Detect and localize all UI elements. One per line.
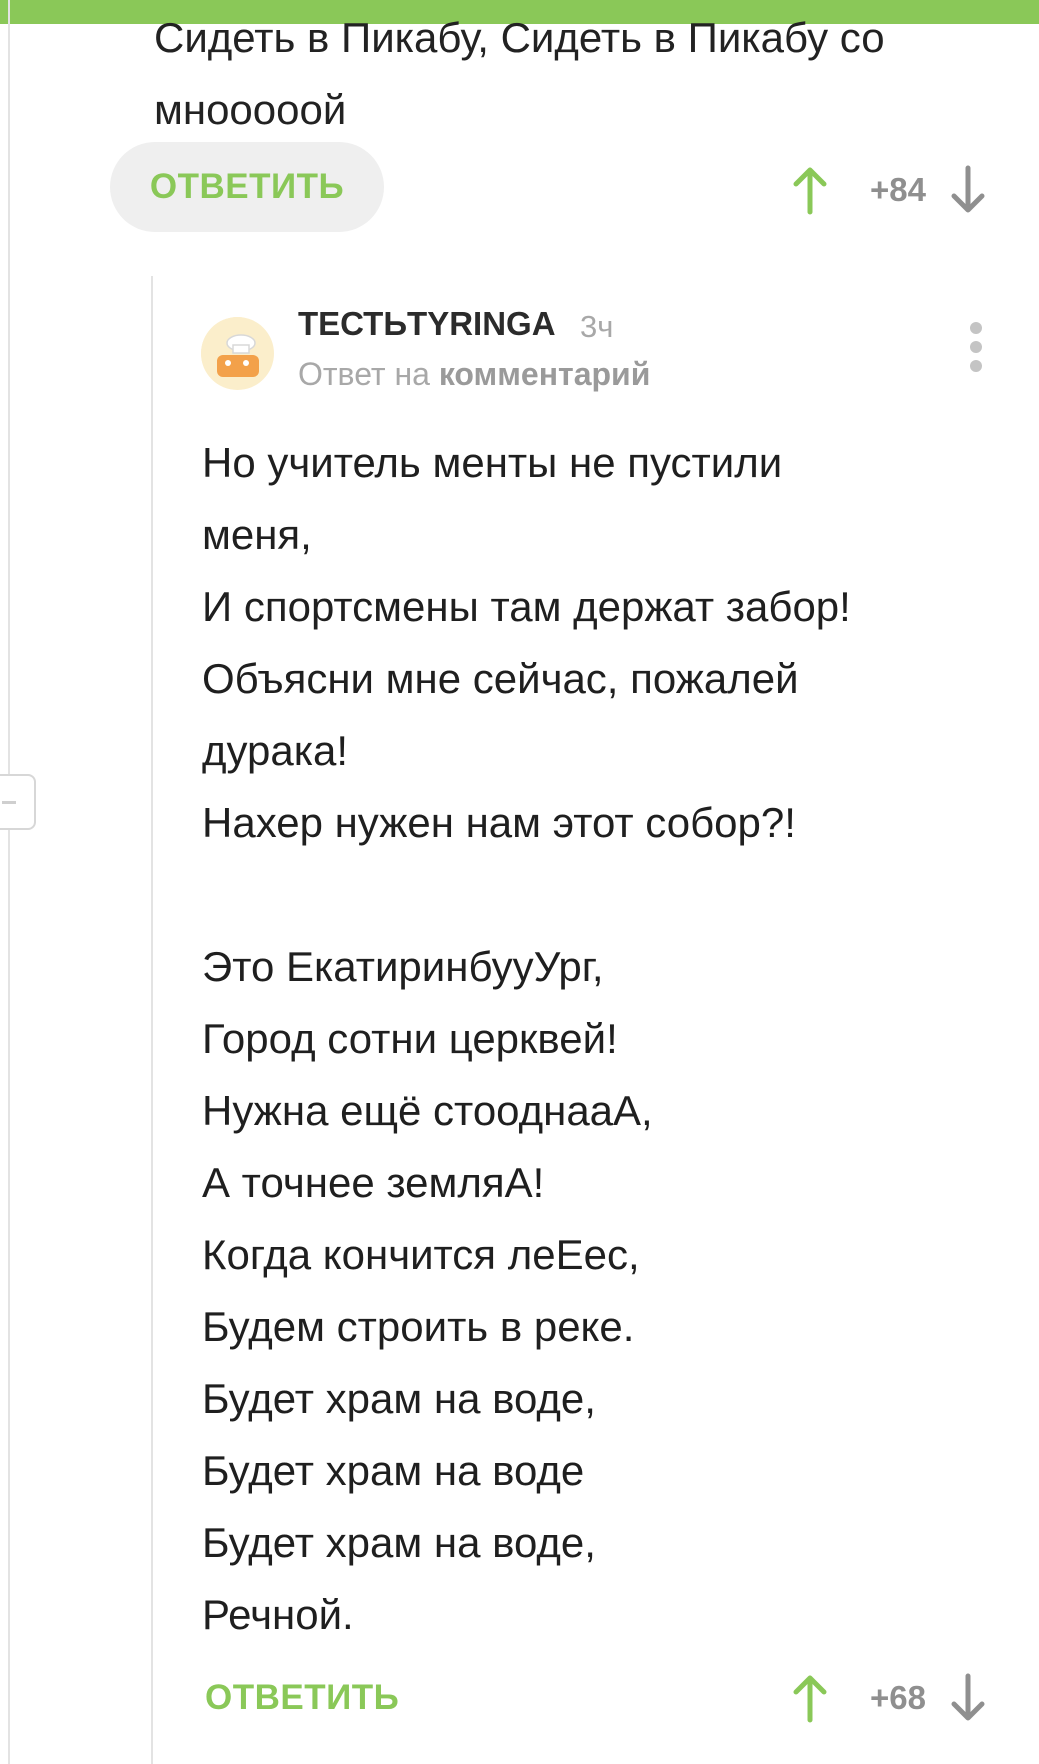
upvote-arrow-icon[interactable] [790,1672,830,1724]
comment-time: 3ч [580,309,614,344]
comment-line: Будет храм на воде [202,1447,585,1494]
comment-author[interactable]: ТЕСТЬTYRINGA [298,305,556,343]
parent-comment-text: Сидеть в Пикабу, Сидеть в Пикабу со мноо… [154,2,1014,146]
user-avatar[interactable] [201,317,274,390]
comment-text: Но учитель менты не пустили меня, И спор… [202,427,1002,1651]
comment-line: Когда кончится леЕес, [202,1231,640,1278]
comment-line: Речной. [202,1591,354,1638]
reply-to-link[interactable]: комментарий [439,356,651,392]
comment-line: Будет храм на воде, [202,1375,596,1422]
comment-line: меня, [202,511,312,558]
comment-line [202,859,1002,931]
comment-line: И спортсмены там держат забор! [202,583,851,630]
comment-line: Но учитель менты не пустили [202,439,783,486]
more-options-icon[interactable] [959,322,993,378]
downvote-arrow-icon[interactable] [948,164,988,216]
comment-line: Это ЕкатиринбууУрг, [202,943,604,990]
upvote-arrow-icon[interactable] [790,164,830,216]
reply-to-info: Ответ на комментарий [298,356,650,393]
reply-to-prefix: Ответ на [298,356,430,392]
comment-vote-block: +68 [790,1670,988,1726]
comment-line: дурака! [202,727,349,774]
comment-line: Нужна ещё стооднааА, [202,1087,653,1134]
comment-line: Объясни мне сейчас, пожалей [202,655,799,702]
comment-line: Город сотни церквей! [202,1015,618,1062]
comment-line: Будем строить в реке. [202,1303,635,1350]
comment-score: +84 [870,171,926,208]
comment-score: +68 [870,1679,926,1716]
parent-vote-block: +84 [790,162,988,218]
collapse-thread-button[interactable] [0,774,36,830]
chef-hat-avatar-icon [201,317,273,389]
thread-line [8,0,10,1764]
downvote-arrow-icon[interactable] [948,1672,988,1724]
comment-line: Нахер нужен нам этот собор?! [202,799,796,846]
reply-button[interactable]: ОТВЕТИТЬ [110,142,384,232]
comment-line: А точнее земляА! [202,1159,545,1206]
nested-thread-line [151,276,153,1764]
comment-line: Будет храм на воде, [202,1519,596,1566]
parent-comment-line: Сидеть в Пикабу, Сидеть в Пикабу со [154,14,885,61]
parent-comment-line: мнооооой [154,86,347,133]
reply-button[interactable]: ОТВЕТИТЬ [205,1670,399,1726]
